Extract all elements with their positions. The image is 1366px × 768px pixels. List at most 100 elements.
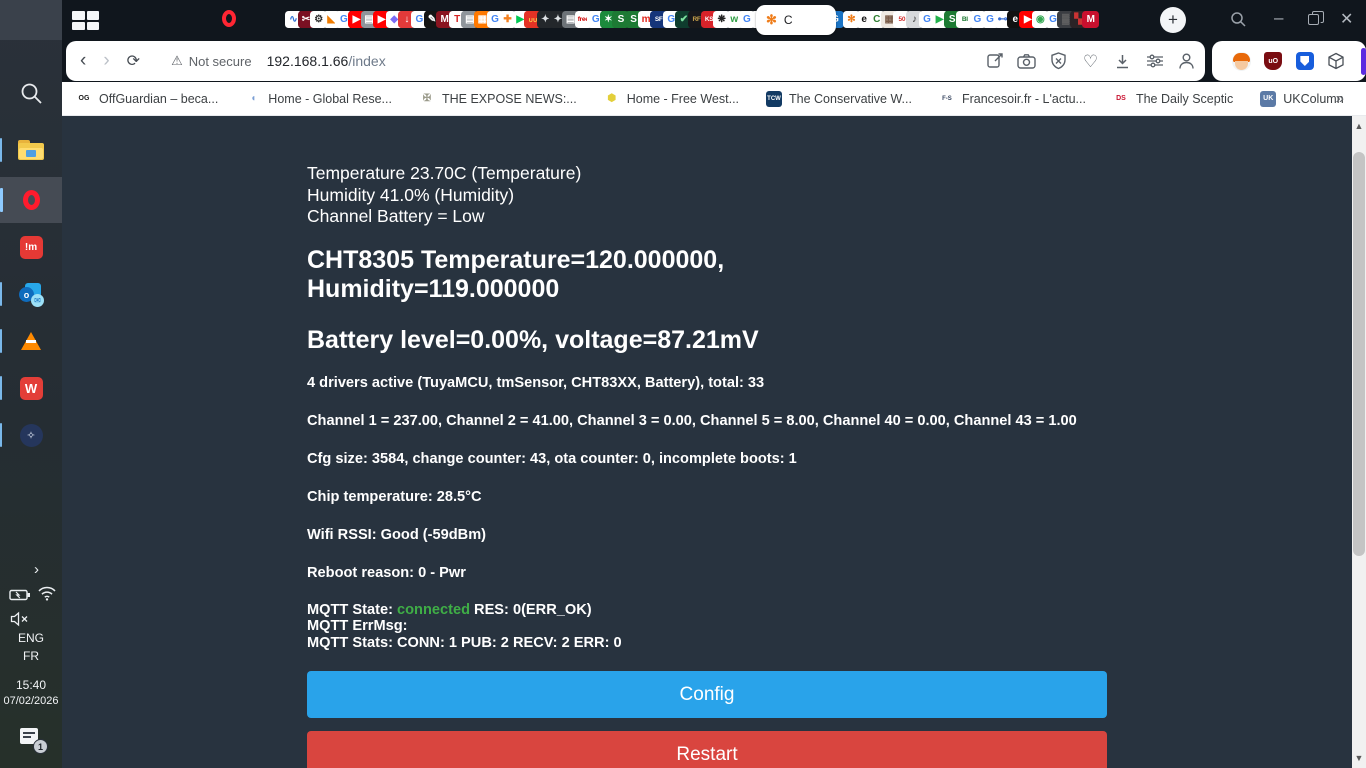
bitwarden-extension-icon[interactable] <box>1295 51 1315 72</box>
taskbar-app-search[interactable] <box>0 70 62 116</box>
browser-tab[interactable]: S <box>625 11 643 29</box>
security-chip[interactable]: ⚠ Not secure <box>171 53 252 69</box>
browser-tab[interactable]: ✔ <box>675 11 693 29</box>
browser-tab[interactable]: M <box>436 11 454 29</box>
browser-tab[interactable]: ▦ <box>880 11 898 29</box>
back-button[interactable]: ‹ <box>80 50 86 72</box>
scrollbar-thumb[interactable] <box>1353 152 1365 556</box>
browser-tab[interactable]: C <box>868 11 886 29</box>
snapshot-camera-icon[interactable] <box>1016 51 1037 72</box>
browser-tab[interactable]: G <box>738 11 756 29</box>
shield-block-icon[interactable] <box>1048 51 1069 72</box>
bookmark-item[interactable]: DS The Daily Sceptic <box>1112 90 1233 107</box>
browser-tab[interactable]: ▶ <box>931 11 949 29</box>
bookmark-item[interactable]: ⬢ Home - Free West... <box>603 90 739 107</box>
bookmark-item[interactable]: UK UKColumn <box>1260 90 1344 107</box>
browser-tab[interactable]: S <box>612 11 630 29</box>
browser-tab[interactable]: G <box>486 11 504 29</box>
config-button[interactable]: Config <box>307 671 1107 718</box>
bookmark-item[interactable]: OG OffGuardian – beca... <box>76 90 218 107</box>
taskbar-app-circuit-tool[interactable]: ✧ <box>0 412 62 458</box>
browser-tab[interactable]: ▶ <box>511 11 529 29</box>
taskbar-app-music-app[interactable]: !m <box>0 224 62 270</box>
volume-muted-icon[interactable] <box>10 611 30 627</box>
page-scrollbar[interactable]: ▲ ▼ <box>1352 116 1366 768</box>
taskbar-app-explorer[interactable] <box>0 127 62 173</box>
browser-tab[interactable]: ↓ <box>398 11 416 29</box>
browser-tab[interactable]: ✦ <box>536 11 554 29</box>
sidebar-pill-icon[interactable] <box>1360 47 1366 75</box>
browser-tab[interactable]: ⊷ <box>994 11 1012 29</box>
browser-tab[interactable]: ✻ <box>843 11 860 29</box>
browser-tab[interactable]: ▶ <box>373 11 391 29</box>
browser-tab[interactable]: KS <box>700 11 718 29</box>
wifi-icon[interactable] <box>38 586 56 601</box>
browser-tab[interactable]: G <box>1044 11 1062 29</box>
browser-tab[interactable]: ▦ <box>473 11 491 29</box>
language-indicator[interactable]: ENG <box>0 631 62 645</box>
browser-tab[interactable]: e <box>855 11 873 29</box>
browser-tab[interactable]: ♪ <box>905 11 923 29</box>
download-icon[interactable] <box>1112 51 1133 72</box>
close-button[interactable]: ✕ <box>1340 9 1353 29</box>
reload-button[interactable]: ⟳ <box>127 51 140 71</box>
bookmark-item[interactable]: ✠ THE EXPOSE NEWS:... <box>418 90 577 107</box>
battery-icon[interactable] <box>9 588 31 602</box>
browser-tab[interactable]: ✚ <box>499 11 517 29</box>
browser-tab[interactable]: ◣ <box>322 11 340 29</box>
browser-tab[interactable]: ▶ <box>347 11 365 29</box>
browser-tab[interactable]: ✂ <box>297 11 315 29</box>
browser-tab[interactable]: ▤ <box>360 11 378 29</box>
bookmarks-overflow-chevron[interactable]: » <box>1336 90 1344 107</box>
browser-tab[interactable]: m <box>637 11 655 29</box>
browser-tab[interactable]: ∿ <box>285 11 302 29</box>
profile-icon[interactable] <box>1176 51 1197 72</box>
browser-tab[interactable]: ∪∪ <box>524 11 542 29</box>
restore-button[interactable] <box>1308 14 1319 25</box>
browser-tab[interactable]: G <box>918 11 936 29</box>
browser-tab[interactable]: T <box>448 11 466 29</box>
forward-button[interactable]: › <box>103 50 109 72</box>
browser-tab[interactable]: ▓ <box>1057 11 1075 29</box>
browser-tab[interactable]: ◆ <box>385 11 403 29</box>
browser-tab[interactable]: 50 <box>893 11 911 29</box>
ublock-extension-icon[interactable]: uO <box>1264 51 1283 72</box>
browser-tab[interactable]: SF <box>650 11 668 29</box>
bookmark-item[interactable]: TCW The Conservative W... <box>766 90 912 107</box>
browser-tab[interactable]: G <box>410 11 428 29</box>
scroll-down-arrow[interactable]: ▼ <box>1352 750 1366 766</box>
lion-extension-icon[interactable] <box>1232 51 1251 72</box>
tray-expand-chevron[interactable]: › <box>34 561 39 578</box>
browser-tab[interactable]: ▚ <box>1069 11 1087 29</box>
browser-tab[interactable]: ⚙ <box>310 11 328 29</box>
browser-tab[interactable]: ✶ <box>599 11 617 29</box>
bookmark-item[interactable]: F-S Francesoir.fr - L'actu... <box>938 90 1086 107</box>
bookmark-item[interactable]: ◖ Home - Global Rese... <box>245 90 392 107</box>
minimize-button[interactable]: – <box>1274 8 1283 28</box>
browser-tab[interactable]: ▤ <box>461 11 479 29</box>
bookmark-heart-icon[interactable]: ♡ <box>1080 51 1101 72</box>
notification-center-icon[interactable]: 1 <box>20 728 48 754</box>
clock[interactable]: 15:40 <box>0 678 62 692</box>
tab-search-icon[interactable] <box>1230 11 1247 28</box>
browser-tab[interactable]: ✦ <box>549 11 567 29</box>
browser-tab[interactable]: G <box>587 11 605 29</box>
taskbar-app-vlc[interactable] <box>0 318 62 364</box>
active-tab[interactable]: ✻ C <box>756 5 836 35</box>
start-button[interactable] <box>0 0 62 40</box>
browser-tab[interactable]: M <box>1082 11 1100 29</box>
browser-tab[interactable]: free <box>574 11 592 29</box>
taskbar-app-opera[interactable] <box>0 177 62 223</box>
browser-tab[interactable]: BI <box>956 11 974 29</box>
browser-tab[interactable]: G <box>662 11 680 29</box>
browser-tab[interactable]: G <box>335 11 353 29</box>
browser-tab[interactable]: e <box>1006 11 1024 29</box>
browser-tab[interactable]: w <box>725 11 743 29</box>
opera-menu-icon[interactable] <box>222 10 236 27</box>
browser-tab[interactable]: ❋ <box>713 11 731 29</box>
browser-tab[interactable]: ◉ <box>1031 11 1049 29</box>
tweaks-sliders-icon[interactable] <box>1144 51 1165 72</box>
cube-extension-icon[interactable] <box>1327 51 1346 72</box>
taskbar-app-outlook[interactable]: o ✉ <box>0 271 62 317</box>
url-text[interactable]: 192.168.1.66/index <box>267 53 386 69</box>
